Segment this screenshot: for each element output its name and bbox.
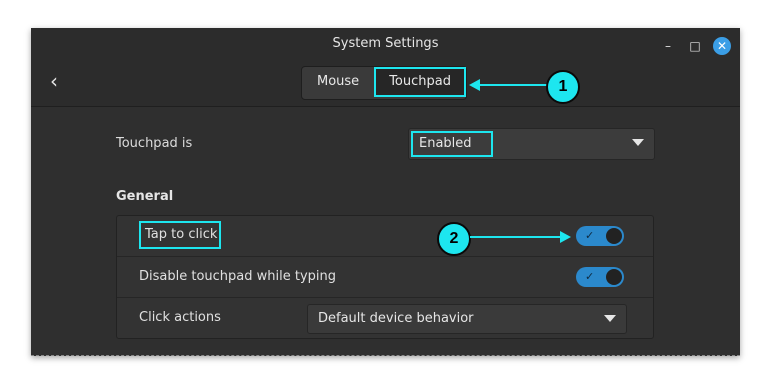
annotation-arrow-line (470, 236, 562, 238)
list-item: Disable touchpad while typing ✓ (117, 257, 653, 298)
toggle-knob (606, 269, 622, 285)
list-item: Click actions Default device behavior (117, 298, 653, 338)
dropdown-arrow-icon (604, 315, 616, 322)
back-arrow-icon[interactable]: ‹ (43, 70, 65, 92)
list-item: Tap to click ✓ (117, 216, 653, 257)
touchpad-state-dropdown[interactable]: Enabled (408, 128, 655, 160)
tap-to-click-toggle[interactable]: ✓ (576, 226, 624, 246)
close-icon[interactable]: ✕ (713, 37, 731, 55)
click-actions-dropdown[interactable]: Default device behavior (307, 304, 627, 334)
window-bottom-divider (31, 355, 740, 356)
annotation-arrowhead (560, 231, 571, 243)
title-bar: System Settings – □ ✕ ‹ Mouse Touchpad (31, 28, 740, 107)
annotation-arrow-line (478, 84, 548, 86)
tab-touchpad[interactable]: Touchpad (374, 67, 466, 97)
check-icon: ✓ (585, 229, 595, 242)
disable-while-typing-label: Disable touchpad while typing (139, 269, 337, 284)
touchpad-state-value: Enabled (411, 131, 493, 157)
settings-window: System Settings – □ ✕ ‹ Mouse Touchpad T… (31, 28, 740, 356)
minimize-icon[interactable]: – (659, 37, 677, 55)
general-settings-list: Tap to click ✓ Disable touchpad while ty… (116, 215, 654, 339)
dropdown-arrow-icon (632, 139, 644, 146)
check-icon: ✓ (585, 270, 595, 283)
window-title: System Settings (332, 36, 439, 51)
section-title-general: General (116, 189, 174, 204)
click-actions-label: Click actions (139, 310, 221, 325)
maximize-icon[interactable]: □ (686, 37, 704, 55)
disable-while-typing-toggle[interactable]: ✓ (576, 267, 624, 287)
tab-switcher: Mouse Touchpad (301, 66, 467, 100)
click-actions-value: Default device behavior (318, 311, 474, 326)
touchpad-is-label: Touchpad is (116, 136, 193, 151)
tap-to-click-label: Tap to click (139, 221, 221, 249)
annotation-badge-2: 2 (437, 222, 471, 256)
toggle-knob (606, 228, 622, 244)
tab-mouse[interactable]: Mouse (302, 67, 374, 97)
annotation-badge-1: 1 (546, 70, 580, 104)
